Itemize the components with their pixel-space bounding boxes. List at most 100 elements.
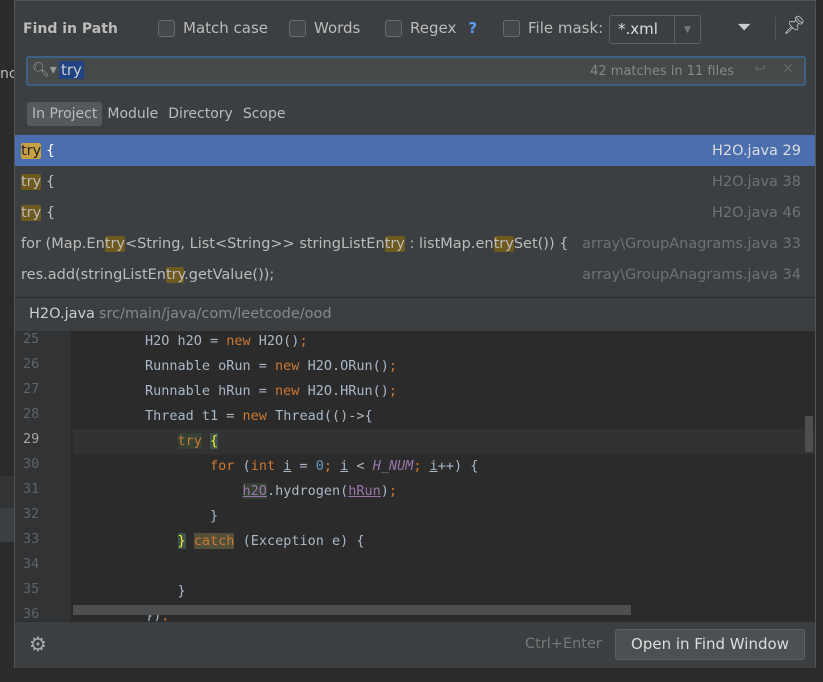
pin-icon[interactable]: 📌︎ — [783, 15, 806, 36]
code-token: H2O() — [250, 333, 300, 349]
line-number: 28 — [23, 406, 40, 422]
code-token: < — [348, 458, 373, 474]
gear-icon[interactable]: ⚙ — [29, 632, 47, 656]
code-line: } — [73, 579, 815, 604]
search-value[interactable]: try — [59, 61, 84, 79]
checkbox-label: Match case — [183, 19, 269, 37]
code-token: catch — [193, 533, 235, 549]
code-token: ; — [388, 383, 397, 399]
checkbox-box[interactable] — [289, 19, 306, 37]
result-code: try { — [21, 173, 712, 190]
code-token: ; — [413, 458, 430, 474]
code-token: ) — [380, 483, 389, 499]
code-token: new — [242, 408, 267, 424]
code-line: } catch (Exception e) { — [73, 529, 815, 554]
match-count: 42 matches in 11 files — [590, 64, 734, 79]
results-list: try {H2O.java 29 try {H2O.java 38 try {H2O… — [15, 135, 815, 292]
code-text: <String, List<String>> stringListEn — [125, 235, 385, 252]
line-number: 29 — [23, 431, 40, 447]
horizontal-scrollbar[interactable] — [73, 605, 631, 615]
code-line: h2O.hydrogen(hRun); — [73, 479, 815, 504]
code-token: ++) { — [437, 458, 479, 474]
preview-file-path: src/main/java/com/leetcode/ood — [98, 306, 332, 322]
result-file: H2O.java 46 — [711, 204, 801, 221]
open-in-find-window-button[interactable]: Open in Find Window — [615, 629, 805, 660]
match-case-checkbox[interactable]: Match case — [158, 19, 268, 37]
file-mask-dropdown[interactable]: *.xml ▼ — [609, 15, 701, 44]
newline-icon[interactable]: ↩ — [754, 61, 766, 77]
code-token: 0 — [315, 458, 324, 474]
code-token: H2O h2O = — [145, 333, 227, 349]
dialog-footer: ⚙ Ctrl+Enter Open in Find Window — [15, 621, 815, 668]
result-row[interactable]: try {H2O.java 29 — [15, 135, 815, 166]
result-code: try { — [21, 142, 712, 159]
match-highlight: try — [104, 235, 125, 252]
line-number: 33 — [23, 531, 40, 547]
line-number: 25 — [23, 331, 40, 347]
tab-directory[interactable]: Directory — [163, 102, 238, 126]
code-text: { — [41, 204, 56, 221]
words-checkbox[interactable]: Words — [289, 19, 360, 37]
code-token: ; — [299, 333, 308, 349]
code-text: res.add(stringListEn — [21, 266, 166, 283]
scope-tabs: In Project Module Directory Scope — [27, 102, 290, 126]
code-token: hRun — [348, 483, 381, 499]
tab-scope[interactable]: Scope — [238, 102, 291, 126]
vertical-scrollbar[interactable] — [805, 416, 813, 452]
checkbox-label: Words — [314, 19, 361, 37]
code-token: new — [275, 383, 300, 399]
line-number: 32 — [23, 506, 40, 522]
regex-help-link[interactable]: ? — [468, 19, 477, 37]
code-token: H_NUM — [372, 458, 414, 474]
tab-in-project[interactable]: In Project — [27, 102, 103, 126]
result-row[interactable]: res.add(stringListEntry.getValue()); arra… — [15, 259, 815, 290]
code-token: h2O — [242, 483, 267, 499]
match-highlight: try — [21, 173, 42, 190]
line-number: 34 — [23, 556, 40, 572]
code-line: for (int i = 0; i < H_NUM; i++) { — [73, 454, 815, 479]
line-number: 31 — [23, 481, 40, 497]
code-token: Runnable oRun = — [145, 358, 276, 374]
checkbox-box[interactable] — [385, 19, 402, 37]
match-highlight: try — [493, 235, 514, 252]
code-token: for — [210, 458, 235, 474]
code-preview[interactable]: H2O h2O = new H2O(); Runnable oRun = new … — [15, 331, 815, 621]
file-mask-checkbox[interactable]: File mask: — [503, 19, 603, 37]
match-highlight: try — [166, 266, 185, 283]
result-row[interactable]: for (Map.Entry<String, List<String>> str… — [15, 228, 815, 259]
filter-icon[interactable]: ⏷ — [737, 17, 751, 38]
code-token: int — [250, 458, 276, 474]
preview-file-name: H2O.java — [29, 306, 95, 322]
file-mask-value[interactable]: *.xml — [610, 16, 674, 43]
regex-checkbox[interactable]: Regex? — [385, 19, 477, 37]
code-token: ( — [234, 458, 251, 474]
result-code: for (Map.Entry<String, List<String>> str… — [21, 235, 582, 252]
tab-module[interactable]: Module — [102, 102, 163, 126]
code-token: .hydrogen( — [266, 483, 349, 499]
result-row[interactable]: try {H2O.java 38 — [15, 166, 815, 197]
checkbox-box[interactable] — [503, 19, 520, 37]
find-in-path-dialog: Find in Path Match case Words Regex? Fil… — [14, 0, 816, 668]
code-token: new — [226, 333, 251, 349]
result-code: try { — [21, 204, 712, 221]
code-line: Runnable hRun = new H2O.HRun(); — [73, 379, 815, 404]
search-history-icon[interactable]: 🔍︎▾ — [32, 62, 57, 78]
code-text: { — [41, 142, 56, 159]
match-highlight: try — [21, 142, 42, 159]
checkbox-box[interactable] — [158, 19, 175, 37]
code-text: for (Map.En — [21, 235, 105, 252]
result-row[interactable]: try {H2O.java 46 — [15, 197, 815, 228]
code-token: Thread(()->{ — [266, 408, 373, 424]
code-token: } — [145, 583, 186, 599]
search-input[interactable]: 🔍︎▾ try 42 matches in 11 files ↩ ✕ — [26, 56, 806, 86]
code-token: } — [145, 508, 219, 524]
clear-icon[interactable]: ✕ — [782, 61, 794, 77]
code-token: try — [177, 433, 202, 449]
code-token: (Exception e) { — [234, 533, 365, 549]
chevron-down-icon[interactable]: ▼ — [674, 16, 700, 43]
